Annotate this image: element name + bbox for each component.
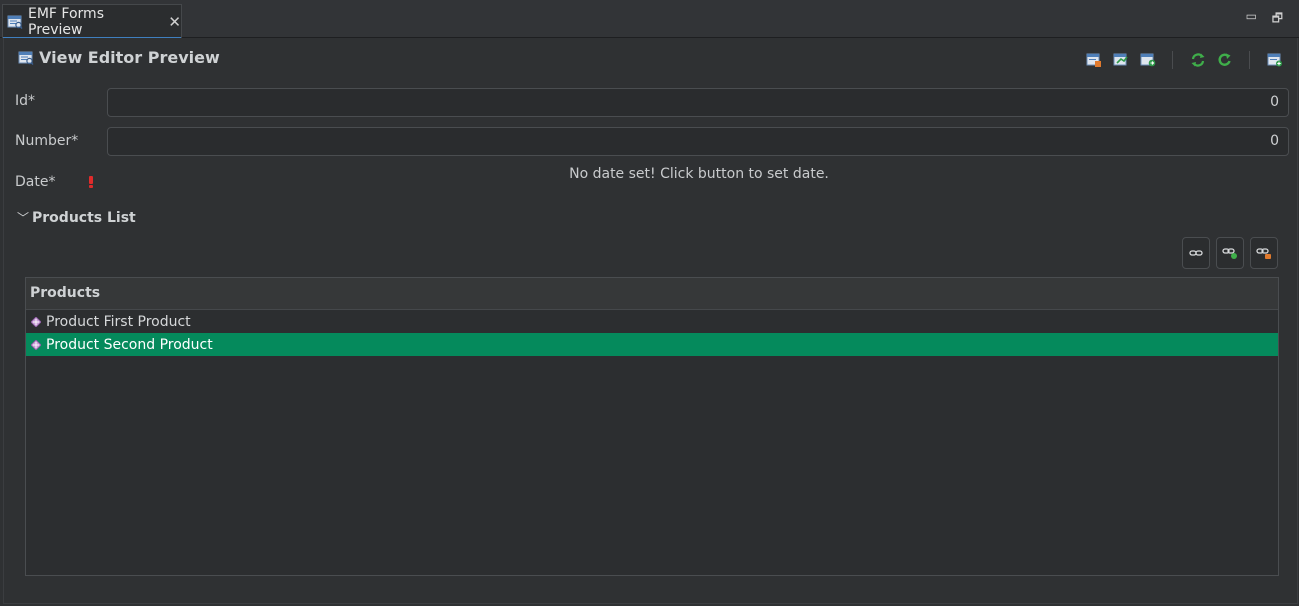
row-label: Product Second Product — [46, 336, 213, 353]
id-label: Id* — [15, 93, 36, 109]
row-label: Product First Product — [46, 313, 191, 330]
toolbar-separator — [1249, 51, 1250, 69]
number-label: Number* — [15, 133, 79, 149]
tab-emf-forms-preview[interactable]: EMF Forms Preview ✕ — [2, 4, 182, 39]
page-title-text: View Editor Preview — [39, 48, 220, 67]
id-field[interactable]: 0 — [107, 88, 1289, 117]
products-list-buttons — [1176, 237, 1278, 269]
preview-content: View Editor Preview Id* 0 Number* 0 Date… — [3, 38, 1298, 604]
chevron-down-icon: ﹀ — [17, 211, 30, 225]
preview-view-icon — [7, 14, 23, 30]
products-table: Products Product First Product Product S… — [25, 277, 1279, 576]
products-list-section-toggle[interactable]: ﹀ Products List — [17, 209, 136, 226]
table-row[interactable]: Product First Product — [26, 310, 1278, 333]
toolbar-separator — [1172, 51, 1173, 69]
table-row[interactable]: Product Second Product — [26, 333, 1278, 356]
auto-refresh-icon[interactable] — [1215, 51, 1235, 69]
tab-strip: EMF Forms Preview ✕ ▭ 🗗 — [0, 0, 1299, 39]
restore-icon[interactable]: 🗗 — [1272, 9, 1283, 30]
preview-toolbar — [1077, 51, 1285, 69]
link-reference-button[interactable] — [1182, 237, 1210, 269]
tab-title: EMF Forms Preview — [28, 5, 104, 38]
product-icon — [31, 316, 41, 327]
minimize-icon[interactable]: ▭ — [1246, 9, 1257, 23]
export-icon[interactable] — [1111, 51, 1131, 69]
remove-reference-button[interactable] — [1250, 237, 1278, 269]
preview-view-icon — [18, 50, 34, 66]
add-reference-button[interactable] — [1216, 237, 1244, 269]
table-header-products[interactable]: Products — [26, 278, 1278, 310]
product-icon — [31, 339, 41, 350]
date-message: No date set! Click button to set date. — [569, 166, 829, 182]
link-icon — [1189, 248, 1203, 258]
page-title: View Editor Preview — [18, 48, 220, 67]
import-icon[interactable] — [1138, 51, 1158, 69]
section-title: Products List — [32, 209, 136, 226]
number-field[interactable]: 0 — [107, 127, 1289, 156]
add-link-icon — [1222, 246, 1238, 260]
new-view-icon[interactable] — [1265, 51, 1285, 69]
view-model-icon[interactable] — [1084, 51, 1104, 69]
close-icon[interactable]: ✕ — [168, 13, 181, 31]
remove-link-icon — [1256, 246, 1272, 260]
refresh-icon[interactable] — [1188, 51, 1208, 69]
